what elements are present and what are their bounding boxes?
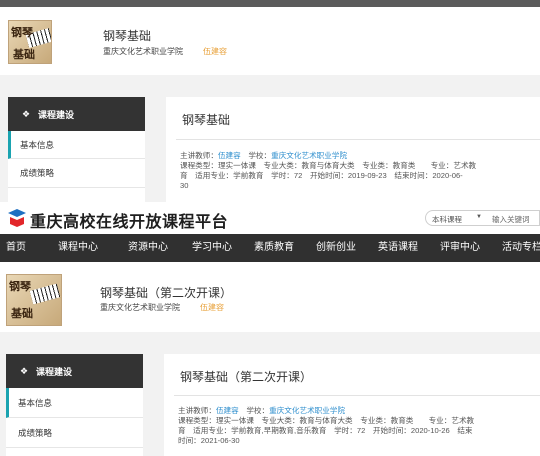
thumb-text: 基础: [13, 49, 35, 61]
teacher-name[interactable]: 伍建容: [203, 46, 227, 57]
course-header-2: 钢琴 基础 钢琴基础（第二次开课） 重庆文化艺术职业学院 伍建容: [0, 262, 540, 332]
school-name: 重庆文化艺术职业学院: [103, 47, 183, 56]
sidebar-1: ❖ 课程建设 基本信息 成绩策略: [8, 97, 145, 202]
sidebar-item-grade-policy[interactable]: 成绩策略: [6, 418, 143, 448]
meta-line: 课程类型：理实一体课 专业大类：教育与体育大类 专业类：教育类 专业：艺术教: [178, 416, 475, 425]
label: 主讲教师：: [180, 151, 218, 160]
thumb-text: 钢琴: [9, 281, 31, 293]
top-gray-strip: [0, 0, 540, 7]
label: 学校：: [248, 151, 272, 160]
meta-line: 30: [180, 181, 189, 190]
meta-line: 育 适用专业：学前教育 学时：72 开始时间：2019-09-23 结束时间：2…: [180, 171, 463, 180]
nav-learning-center[interactable]: 学习中心: [192, 234, 232, 262]
divider: [176, 139, 540, 140]
panel-title: 钢琴基础（第二次开课）: [180, 370, 313, 384]
sidebar-header-label: 课程建设: [36, 366, 73, 377]
course-thumbnail[interactable]: 钢琴 基础: [6, 274, 62, 326]
nav-home[interactable]: 首页: [6, 234, 26, 262]
nav-english-courses[interactable]: 英语课程: [378, 234, 418, 262]
label: 学校：: [246, 406, 270, 415]
search-box[interactable]: 本科课程 ▼ 输入关键词: [425, 210, 540, 226]
course-thumbnail[interactable]: 钢琴 基础: [8, 20, 52, 64]
panel-title: 钢琴基础: [182, 113, 231, 127]
nav-review-center[interactable]: 评审中心: [440, 234, 480, 262]
sidebar-item-label: 基本信息: [20, 139, 55, 150]
site-logo-icon[interactable]: [6, 209, 28, 227]
nav-quality-education[interactable]: 素质教育: [254, 234, 294, 262]
chevron-down-icon[interactable]: ▼: [476, 214, 482, 220]
course-header-1: 钢琴 基础 钢琴基础 重庆文化艺术职业学院 伍建容: [0, 7, 540, 75]
school-link[interactable]: 重庆文化艺术职业学院: [271, 151, 347, 160]
diamond-icon: ❖: [22, 109, 31, 119]
nav-course-center[interactable]: 课程中心: [58, 234, 98, 262]
nav-activities[interactable]: 活动专栏: [502, 234, 540, 262]
course-info-panel-2: 钢琴基础（第二次开课） 主讲教师：伍建容 学校：重庆文化艺术职业学院 课程类型：…: [164, 354, 540, 456]
meta-line: 育 适用专业：学前教育,早期教育,音乐教育 学时：72 开始时间：2020-10…: [178, 426, 473, 435]
teacher-name[interactable]: 伍建容: [200, 302, 224, 313]
label: 主讲教师：: [178, 406, 216, 415]
course-title: 钢琴基础（第二次开课）: [100, 286, 233, 300]
school-name: 重庆文化艺术职业学院: [100, 303, 180, 312]
sidebar-header-label: 课程建设: [38, 109, 75, 120]
course-title: 钢琴基础: [103, 29, 152, 43]
meta-line: 时间：2021-06-30: [178, 436, 240, 445]
nav-resource-center[interactable]: 资源中心: [128, 234, 168, 262]
main-nav: 首页 课程中心 资源中心 学习中心 素质教育 创新创业 英语课程 评审中心 活动…: [0, 234, 540, 262]
site-header: 重庆高校在线开放课程平台 本科课程 ▼ 输入关键词: [0, 202, 540, 234]
divider: [174, 395, 540, 396]
thumb-text: 基础: [11, 308, 33, 320]
sidebar-item-label: 基本信息: [18, 397, 53, 408]
sidebar-header[interactable]: ❖ 课程建设: [6, 354, 143, 388]
sidebar-2: ❖ 课程建设 基本信息 成绩策略: [6, 354, 143, 456]
sidebar-header[interactable]: ❖ 课程建设: [8, 97, 145, 131]
sidebar-item-basic-info[interactable]: 基本信息: [8, 131, 145, 159]
sidebar-item-basic-info[interactable]: 基本信息: [6, 388, 143, 418]
search-category-select[interactable]: 本科课程: [432, 214, 462, 225]
course-meta: 主讲教师：伍建容 学校：重庆文化艺术职业学院 课程类型：理实一体课 专业大类：教…: [178, 406, 534, 446]
course-info-panel-1: 钢琴基础 主讲教师：伍建容 学校：重庆文化艺术职业学院 课程类型：理实一体课 专…: [166, 97, 540, 202]
diamond-icon: ❖: [20, 366, 29, 376]
piano-keys-icon: [29, 283, 61, 305]
course-meta: 主讲教师：伍建容 学校：重庆文化艺术职业学院 课程类型：理实一体课 专业大类：教…: [180, 151, 532, 191]
school-link[interactable]: 重庆文化艺术职业学院: [269, 406, 345, 415]
teacher-link[interactable]: 伍建容: [216, 406, 239, 415]
nav-innovation[interactable]: 创新创业: [316, 234, 356, 262]
search-input[interactable]: 输入关键词: [492, 214, 530, 225]
site-title[interactable]: 重庆高校在线开放课程平台: [30, 208, 228, 232]
teacher-link[interactable]: 伍建容: [218, 151, 241, 160]
thumb-text: 钢琴: [11, 27, 33, 39]
sidebar-item-label: 成绩策略: [18, 427, 53, 438]
sidebar-item-label: 成绩策略: [20, 168, 55, 178]
meta-line: 课程类型：理实一体课 专业大类：教育与体育大类 专业类：教育类 专业：艺术教: [180, 161, 477, 170]
sidebar-item-grade-policy[interactable]: 成绩策略: [8, 159, 145, 188]
